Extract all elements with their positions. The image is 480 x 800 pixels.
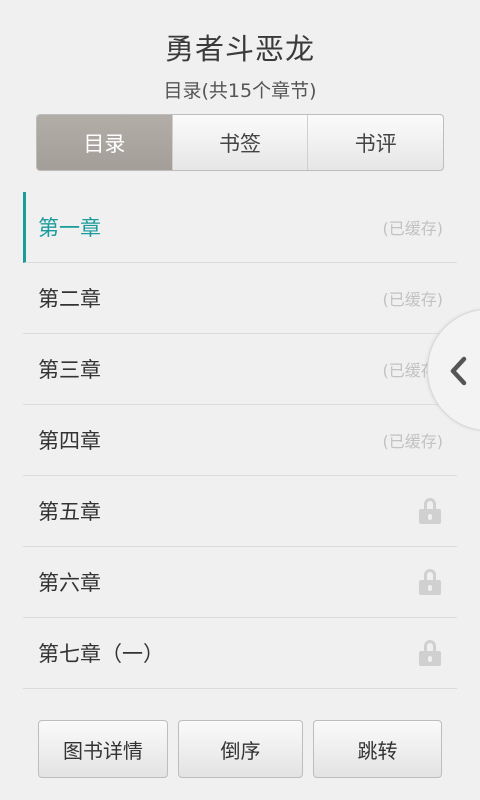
cached-status: (已缓存) <box>382 432 444 451</box>
chevron-left-icon <box>450 356 467 386</box>
lock-icon <box>419 640 441 666</box>
chapter-title: 第一章 <box>38 216 101 240</box>
book-detail-button[interactable]: 图书详情 <box>38 720 168 778</box>
chapter-title: 第三章 <box>38 358 101 382</box>
toc-subtitle: 目录(共15个章节) <box>163 80 317 102</box>
cached-status: (已缓存) <box>382 290 444 309</box>
cached-status: (已缓存) <box>382 219 444 238</box>
bottom-button-bar: 图书详情 倒序 跳转 <box>0 720 480 778</box>
tab-bar: 目录 书签 书评 <box>36 114 444 171</box>
lock-icon <box>419 498 441 524</box>
tab-bookmarks[interactable]: 书签 <box>171 115 308 170</box>
lock-icon <box>419 569 441 595</box>
chapter-title: 第四章 <box>38 429 101 453</box>
tab-reviews[interactable]: 书评 <box>307 115 443 170</box>
chapter-list: 第一章 (已缓存) 第二章 (已缓存) 第三章 (已缓存) 第四章 (已缓存) … <box>23 192 457 689</box>
book-title: 勇者斗恶龙 <box>164 32 315 66</box>
chapter-item[interactable]: 第六章 <box>23 547 457 618</box>
chapter-title: 第六章 <box>38 571 101 595</box>
chapter-item[interactable]: 第五章 <box>23 476 457 547</box>
chapter-title: 第五章 <box>38 500 101 524</box>
chapter-directory-screen: 勇者斗恶龙 目录(共15个章节) 目录 书签 书评 第一章 (已缓存) 第二章 … <box>0 0 480 800</box>
jump-button[interactable]: 跳转 <box>313 720 442 778</box>
tab-contents[interactable]: 目录 <box>37 115 172 170</box>
reverse-order-button[interactable]: 倒序 <box>178 720 303 778</box>
chapter-title: 第七章（一） <box>38 642 164 666</box>
chapter-item[interactable]: 第三章 (已缓存) <box>23 334 457 405</box>
chapter-item[interactable]: 第一章 (已缓存) <box>23 192 457 263</box>
chapter-item[interactable]: 第四章 (已缓存) <box>23 405 457 476</box>
chapter-title: 第二章 <box>38 287 101 311</box>
chapter-item[interactable]: 第二章 (已缓存) <box>23 263 457 334</box>
chapter-item[interactable]: 第七章（一） <box>23 618 457 689</box>
